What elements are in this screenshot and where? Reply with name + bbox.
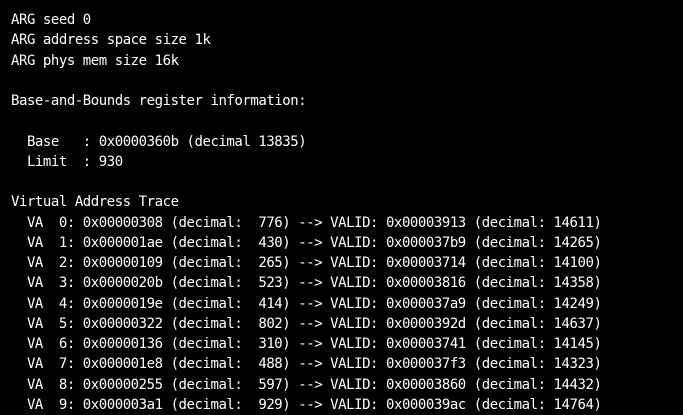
arg-seed-line: ARG seed 0 (11, 12, 91, 28)
trace-row-va-4: VA 4: 0x0000019e (decimal: 414) --> VALI… (11, 295, 602, 312)
trace-row-va-6: VA 6: 0x00000136 (decimal: 310) --> VALI… (11, 336, 602, 352)
limit-register-line: Limit : 930 (11, 153, 123, 170)
trace-heading: Virtual Address Trace (11, 194, 179, 211)
trace-row-va-2: VA 2: 0x00000109 (decimal: 265) --> VALI… (11, 255, 602, 271)
trace-row-va-7: VA 7: 0x000001e8 (decimal: 488) --> VALI… (11, 356, 602, 373)
trace-row-va-1: VA 1: 0x000001ae (decimal: 430) --> VALI… (11, 234, 602, 251)
trace-row-va-9: VA 9: 0x000003a1 (decimal: 929) --> VALI… (11, 396, 602, 413)
trace-row-va-3: VA 3: 0x0000020b (decimal: 523) --> VALI… (11, 275, 602, 292)
arg-address-space-line: ARG address space size 1k (11, 32, 211, 49)
register-info-heading: Base-and-Bounds register information: (11, 93, 307, 109)
base-register-line: Base : 0x0000360b (decimal 13835) (11, 133, 307, 150)
trace-row-va-8: VA 8: 0x00000255 (decimal: 597) --> VALI… (11, 376, 602, 393)
trace-row-va-5: VA 5: 0x00000322 (decimal: 802) --> VALI… (11, 315, 602, 332)
trace-row-va-0: VA 0: 0x00000308 (decimal: 776) --> VALI… (11, 214, 602, 231)
arg-phys-mem-line: ARG phys mem size 16k (11, 52, 179, 69)
terminal-window[interactable]: ARG seed 0 ARG address space size 1k ARG p… (0, 0, 683, 415)
terminal-output: ARG seed 0 ARG address space size 1k ARG p… (11, 10, 602, 415)
